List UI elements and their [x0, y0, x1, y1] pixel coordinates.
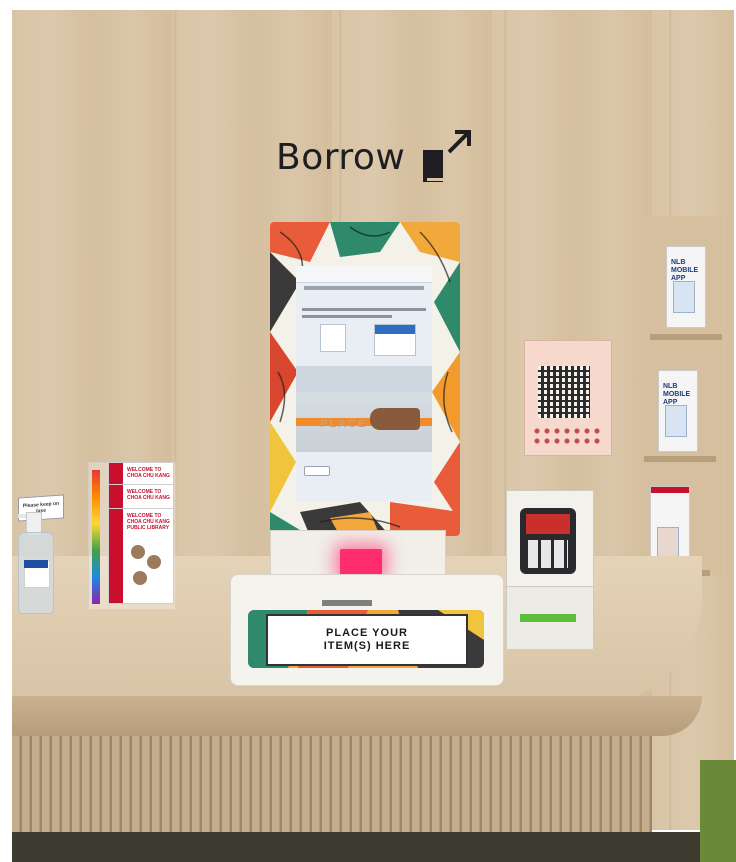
borrow-sign-text: Borrow [276, 136, 406, 178]
screen-header-text [304, 286, 424, 290]
kiosk-touchscreen[interactable]: PLACE [296, 266, 432, 502]
mat-line-1: PLACE YOUR [326, 627, 408, 639]
floor-carpet [700, 760, 736, 862]
qr-card-illustration [320, 324, 346, 352]
payment-terminal-screen [526, 514, 570, 534]
nlb-app-booklet: NLB MOBILE APP [666, 246, 706, 328]
book-arrow-icon [423, 130, 472, 182]
brochure-photo [131, 545, 145, 559]
sanitizer-label-band [24, 560, 48, 568]
welcome-brochure: WELCOME TO CHOA CHU KANG PUBLIC LIBRARY [108, 508, 174, 604]
floor [12, 832, 734, 862]
screen-place-text: PLACE [320, 418, 368, 430]
shelf-slot [650, 334, 722, 340]
brochure-photo [147, 555, 161, 569]
barcode-scanner-light [340, 549, 382, 575]
brochure-title: WELCOME TO CHOA CHU KANG [127, 467, 170, 479]
counter-edge [12, 696, 702, 736]
payment-terminal-keypad[interactable] [528, 540, 568, 568]
mat-line-2: ITEM(S) HERE [323, 640, 411, 652]
booklet-phone-image [673, 281, 695, 313]
nlb-app-booklet: NLB MOBILE APP [658, 370, 698, 452]
hand-holding-card [370, 408, 420, 430]
place-items-card: PLACE YOUR ITEM(S) HERE [266, 614, 468, 666]
barcode-card-illustration [374, 324, 416, 356]
terminal-green-label [520, 614, 576, 622]
brochure-photo [133, 571, 147, 585]
screen-instruction [302, 315, 392, 318]
screen-instruction [302, 308, 426, 311]
screen-back-button[interactable] [304, 466, 330, 476]
nlb-app-booklet-title: NLB MOBILE APP [671, 259, 699, 282]
borrow-sign: Borrow [276, 128, 475, 186]
nlb-app-booklet-title: NLB MOBILE APP [663, 383, 691, 406]
brochure-title: WELCOME TO CHOA CHU KANG PUBLIC LIBRARY [127, 513, 170, 531]
poster-decoration [532, 426, 602, 446]
brochure-rainbow-edge [92, 470, 100, 604]
booklet-phone-image [665, 405, 687, 437]
leaflet-image [657, 527, 679, 559]
qr-code [538, 366, 590, 418]
mat-barcode-strip [322, 600, 372, 606]
brochure-title: WELCOME TO CHOA CHU KANG [127, 489, 170, 501]
screen-header-bar [296, 266, 432, 283]
counter-slats [12, 736, 652, 836]
shelf-slot [644, 456, 716, 462]
library-self-checkout-scene: Borrow NLB MOBILE APP NLB MOBILE APP PLA… [0, 0, 736, 862]
leaflet-red-band [651, 487, 689, 493]
